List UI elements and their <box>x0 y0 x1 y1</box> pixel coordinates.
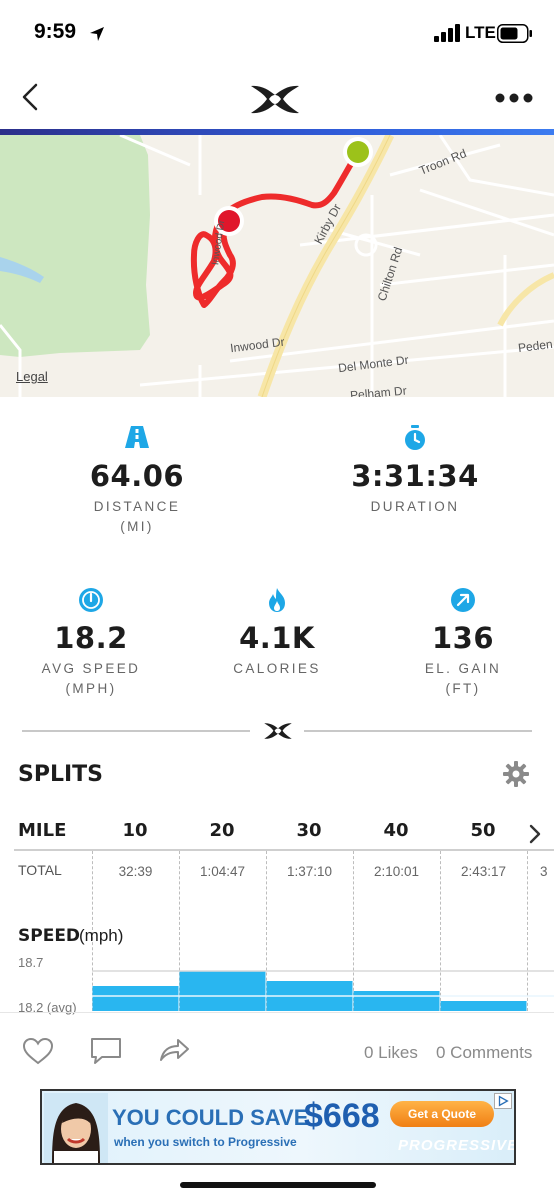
social-bar: 0 Likes 0 Comments <box>0 1012 554 1082</box>
likes-count[interactable]: 0 Likes <box>364 1043 418 1063</box>
share-icon[interactable] <box>158 1035 190 1063</box>
distance-label: DISTANCE <box>93 499 181 514</box>
stat-calories: 4.1K CALORIES <box>202 587 352 679</box>
road-icon <box>125 426 149 448</box>
under-armour-logo[interactable] <box>247 83 303 116</box>
stat-distance: 64.06 DISTANCE (MI) <box>62 425 212 537</box>
splits-mile-header: MILE 10 20 30 40 50 <box>0 818 554 848</box>
total-split-value: 2:10:01 <box>373 864 420 879</box>
stat-duration: 3:31:34 DURATION <box>340 425 490 517</box>
battery-icon <box>497 24 532 43</box>
calories-value: 4.1K <box>239 621 315 655</box>
progressive-ad-banner[interactable]: YOU COULD SAVE $668 when you switch to P… <box>40 1089 516 1165</box>
more-icon[interactable] <box>494 92 534 104</box>
total-split-value: 1:37:10 <box>286 864 333 879</box>
mile-label: MILE <box>18 820 67 841</box>
map-canvas <box>0 135 554 397</box>
total-split-value: 32:39 <box>118 864 153 879</box>
speed-chart-svg <box>92 970 554 1011</box>
gear-icon[interactable] <box>503 761 529 787</box>
heart-icon[interactable] <box>22 1037 54 1065</box>
ad-choices-icon[interactable] <box>494 1093 512 1109</box>
speed-unit: (mph) <box>79 926 124 945</box>
speed-bar-10 <box>92 986 179 1011</box>
distance-unit: (MI) <box>120 519 154 534</box>
avg-speed-unit: (MPH) <box>65 681 117 696</box>
speed-max-label: 18.7 <box>18 955 44 970</box>
splits-header-rule <box>14 849 554 851</box>
duration-label: DURATION <box>370 499 460 514</box>
distance-value: 64.06 <box>89 459 185 493</box>
nav-bar <box>0 66 554 130</box>
under-armour-logo <box>264 723 292 739</box>
el-gain-label: EL. GAIN <box>424 661 502 676</box>
speed-bar-chart <box>92 955 554 1011</box>
speed-bar-50 <box>440 1001 527 1011</box>
mile-column: 30 <box>296 820 322 841</box>
flame-icon <box>269 588 285 612</box>
stat-avg-speed: 18.2 AVG SPEED (MPH) <box>16 587 166 699</box>
network-type: LTE <box>465 23 496 42</box>
ad-headline: YOU COULD SAVE <box>112 1105 309 1130</box>
map-legal-link[interactable]: Legal <box>16 369 48 384</box>
mile-column: 50 <box>470 820 496 841</box>
calories-label: CALORIES <box>233 661 321 676</box>
section-divider <box>22 719 532 743</box>
speed-bar-20 <box>179 971 266 1011</box>
divider-line <box>304 730 532 732</box>
route-map[interactable]: Troon Rd Kirby Dr Chilton Rd Inwood Dr D… <box>0 135 554 397</box>
stopwatch-icon <box>405 425 425 450</box>
total-split-value: 2:43:17 <box>460 864 507 879</box>
total-label: TOTAL <box>18 862 62 878</box>
status-bar: 9:59 LTE <box>0 0 554 66</box>
location-arrow-icon <box>90 27 104 41</box>
ad-brand-logo: PROGRESSIVE <box>398 1137 516 1154</box>
stat-el-gain: 136 EL. GAIN (FT) <box>388 587 538 699</box>
mile-column: 40 <box>383 820 409 841</box>
chevron-right-icon[interactable] <box>528 823 542 845</box>
arrow-up-right-icon <box>451 588 475 612</box>
comment-icon[interactable] <box>90 1037 122 1065</box>
splits-title: SPLITS <box>18 762 104 787</box>
duration-value: 3:31:34 <box>351 459 479 493</box>
ad-spokesperson-image <box>44 1093 108 1163</box>
total-split-value: 3 <box>540 864 548 879</box>
el-gain-unit: (FT) <box>445 681 481 696</box>
back-icon[interactable] <box>18 82 42 112</box>
ad-amount: $668 <box>304 1097 380 1135</box>
mile-column: 20 <box>209 820 235 841</box>
total-split-value: 1:04:47 <box>199 864 246 879</box>
el-gain-value: 136 <box>431 621 495 655</box>
ad-subline: when you switch to Progressive <box>114 1135 297 1149</box>
signal-icon <box>434 24 460 42</box>
comments-count[interactable]: 0 Comments <box>436 1043 532 1063</box>
divider-line <box>22 730 250 732</box>
ad-get-quote-button[interactable]: Get a Quote <box>390 1101 494 1127</box>
home-indicator <box>180 1182 376 1188</box>
avg-speed-value: 18.2 <box>54 621 128 655</box>
speed-bar-40 <box>353 991 440 1011</box>
mile-column: 10 <box>122 820 148 841</box>
status-time: 9:59 <box>34 20 77 43</box>
speed-title: SPEED <box>18 926 81 946</box>
avg-speed-label: AVG SPEED <box>41 661 141 676</box>
speedometer-icon <box>79 588 103 612</box>
